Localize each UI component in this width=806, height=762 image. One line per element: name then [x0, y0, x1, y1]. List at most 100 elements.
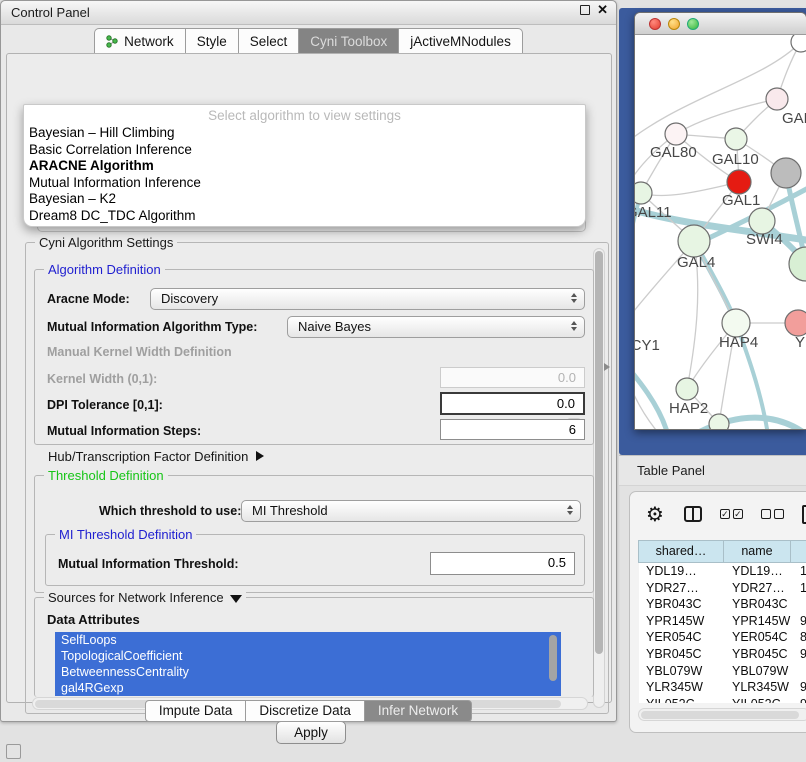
deselect-all-checks-icon[interactable]	[761, 509, 784, 519]
tab-jactivemnodules[interactable]: jActiveMNodules	[398, 28, 523, 53]
threshold-combobox[interactable]: MI Threshold	[241, 500, 581, 522]
network-node[interactable]	[709, 414, 729, 429]
network-node[interactable]	[727, 170, 751, 194]
attribute-item[interactable]: gal4RGexp	[55, 680, 561, 696]
network-node[interactable]	[722, 309, 750, 337]
table-cell[interactable]: 9	[793, 696, 806, 703]
tab-style[interactable]: Style	[185, 28, 239, 53]
aracne-mode-combobox[interactable]: Discovery	[150, 288, 585, 310]
close-traffic-light-icon[interactable]	[649, 18, 661, 30]
mi-threshold-input[interactable]: 0.5	[430, 552, 575, 575]
list-scrollbar-thumb[interactable]	[549, 635, 557, 681]
apply-button[interactable]: Apply	[276, 721, 346, 744]
table-cell[interactable]: 8.	[793, 629, 806, 646]
table-cell[interactable]	[793, 596, 806, 613]
attribute-item[interactable]: TopologicalCoefficient	[55, 648, 561, 664]
tab-cyni-toolbox[interactable]: Cyni Toolbox	[298, 28, 399, 53]
zoom-traffic-light-icon[interactable]	[687, 18, 699, 30]
attribute-item[interactable]: SelfLoops	[55, 632, 561, 648]
table-row[interactable]: YBR043CYBR043C	[639, 596, 806, 613]
network-node[interactable]	[785, 310, 806, 336]
collapse-arrow-icon[interactable]	[230, 595, 242, 603]
table-cell[interactable]: YBR045C	[725, 646, 793, 663]
table-cell[interactable]: 13	[793, 563, 806, 580]
select-all-checks-icon[interactable]: ✓✓	[720, 509, 743, 519]
gear-icon[interactable]: ⚙	[646, 502, 664, 526]
attribute-item[interactable]: BetweennessCentrality	[55, 664, 561, 680]
table-cell[interactable]: YDL19…	[725, 563, 793, 580]
dpi-tolerance-input[interactable]: 0.0	[440, 392, 585, 415]
table-cell[interactable]: YBR043C	[725, 596, 793, 613]
table-row[interactable]: YLR345WYLR345W9.	[639, 679, 806, 696]
settings-scrollbar-thumb[interactable]	[595, 251, 603, 654]
minimize-traffic-light-icon[interactable]	[668, 18, 680, 30]
settings-scrollbar[interactable]	[593, 248, 605, 708]
table-cell[interactable]: YPR145W	[639, 613, 725, 630]
table-cell[interactable]: YER054C	[725, 629, 793, 646]
column-header-shared[interactable]: shared…	[638, 540, 724, 563]
table-row[interactable]: YBL079WYBL079W	[639, 663, 806, 680]
export-table-icon[interactable]	[802, 505, 806, 524]
table-cell[interactable]: YPR145W	[725, 613, 793, 630]
network-node[interactable]	[635, 182, 652, 204]
table-cell[interactable]: 9.	[793, 613, 806, 630]
data-attributes-list[interactable]: SelfLoops TopologicalCoefficient Between…	[55, 632, 561, 696]
network-node[interactable]	[766, 88, 788, 110]
float-window-icon[interactable]	[580, 5, 590, 15]
algorithm-option[interactable]: Basic Correlation Inference	[24, 142, 585, 159]
hub-definition-section[interactable]: Hub/Transcription Factor Definition	[48, 449, 264, 464]
table-row[interactable]: YPR145WYPR145W9.	[639, 613, 806, 630]
table-horizontal-scrollbar[interactable]	[638, 708, 806, 721]
table-cell[interactable]: YBR043C	[639, 596, 725, 613]
mi-steps-input[interactable]: 6	[440, 419, 585, 440]
tab-discretize-data[interactable]: Discretize Data	[245, 700, 365, 722]
table-cell[interactable]: YLR345W	[725, 679, 793, 696]
network-canvas[interactable]: GALGAL80GAL10GAL1GAL11SWI4GAL4GCY1HAP4YH…	[635, 35, 806, 429]
algorithm-option-selected[interactable]: ARACNE Algorithm	[24, 158, 585, 175]
network-node[interactable]	[678, 225, 710, 257]
column-header-extra[interactable]	[790, 540, 806, 563]
table-cell[interactable]: YLR345W	[639, 679, 725, 696]
network-node[interactable]	[789, 247, 806, 281]
expand-arrow-icon[interactable]	[256, 451, 264, 461]
network-graph[interactable]: GALGAL80GAL10GAL1GAL11SWI4GAL4GCY1HAP4YH…	[635, 35, 806, 429]
network-edge[interactable]	[635, 351, 668, 429]
table-cell[interactable]: YIL052C	[639, 696, 725, 703]
network-node[interactable]	[725, 128, 747, 150]
kernel-width-input[interactable]: 0.0	[440, 367, 585, 388]
table-cell[interactable]: YIL052C	[725, 696, 793, 703]
table-cell[interactable]: YDL19…	[639, 563, 725, 580]
table-horizontal-thumb[interactable]	[641, 711, 799, 719]
columns-icon[interactable]	[684, 506, 702, 522]
algorithm-option[interactable]: Bayesian – K2	[24, 191, 585, 208]
table-cell[interactable]	[793, 663, 806, 680]
algorithm-option[interactable]: Dream8 DC_TDC Algorithm	[24, 208, 585, 225]
algorithm-option[interactable]: Bayesian – Hill Climbing	[24, 125, 585, 142]
table-cell[interactable]: YER054C	[639, 629, 725, 646]
network-node[interactable]	[676, 378, 698, 400]
network-node[interactable]	[771, 158, 801, 188]
table-row[interactable]: YBR045CYBR045C9.	[639, 646, 806, 663]
column-header-name[interactable]: name	[723, 540, 791, 563]
table-cell[interactable]: YDR27…	[725, 580, 793, 597]
table-cell[interactable]: 9.	[793, 679, 806, 696]
table-row[interactable]: YDL19…YDL19…13	[639, 563, 806, 580]
mi-algorithm-type-combobox[interactable]: Naive Bayes	[287, 316, 585, 338]
network-edge[interactable]	[690, 418, 806, 429]
panel-splitter-handle[interactable]	[604, 363, 610, 371]
table-cell[interactable]: 12	[793, 580, 806, 597]
network-window-titlebar[interactable]	[635, 13, 806, 35]
table-cell[interactable]: YDR27…	[639, 580, 725, 597]
table-row[interactable]: YIL052CYIL052C9	[639, 696, 806, 703]
collapsed-panel-icon[interactable]	[6, 744, 21, 759]
network-node[interactable]	[665, 123, 687, 145]
tab-network[interactable]: Network	[94, 28, 186, 53]
table-cell[interactable]: 9.	[793, 646, 806, 663]
table-cell[interactable]: YBR045C	[639, 646, 725, 663]
tab-select[interactable]: Select	[238, 28, 300, 53]
table-row[interactable]: YDR27…YDR27…12	[639, 580, 806, 597]
tab-impute-data[interactable]: Impute Data	[145, 700, 247, 722]
table-cell[interactable]: YBL079W	[725, 663, 793, 680]
tab-infer-network[interactable]: Infer Network	[364, 700, 472, 722]
table-cell[interactable]: YBL079W	[639, 663, 725, 680]
